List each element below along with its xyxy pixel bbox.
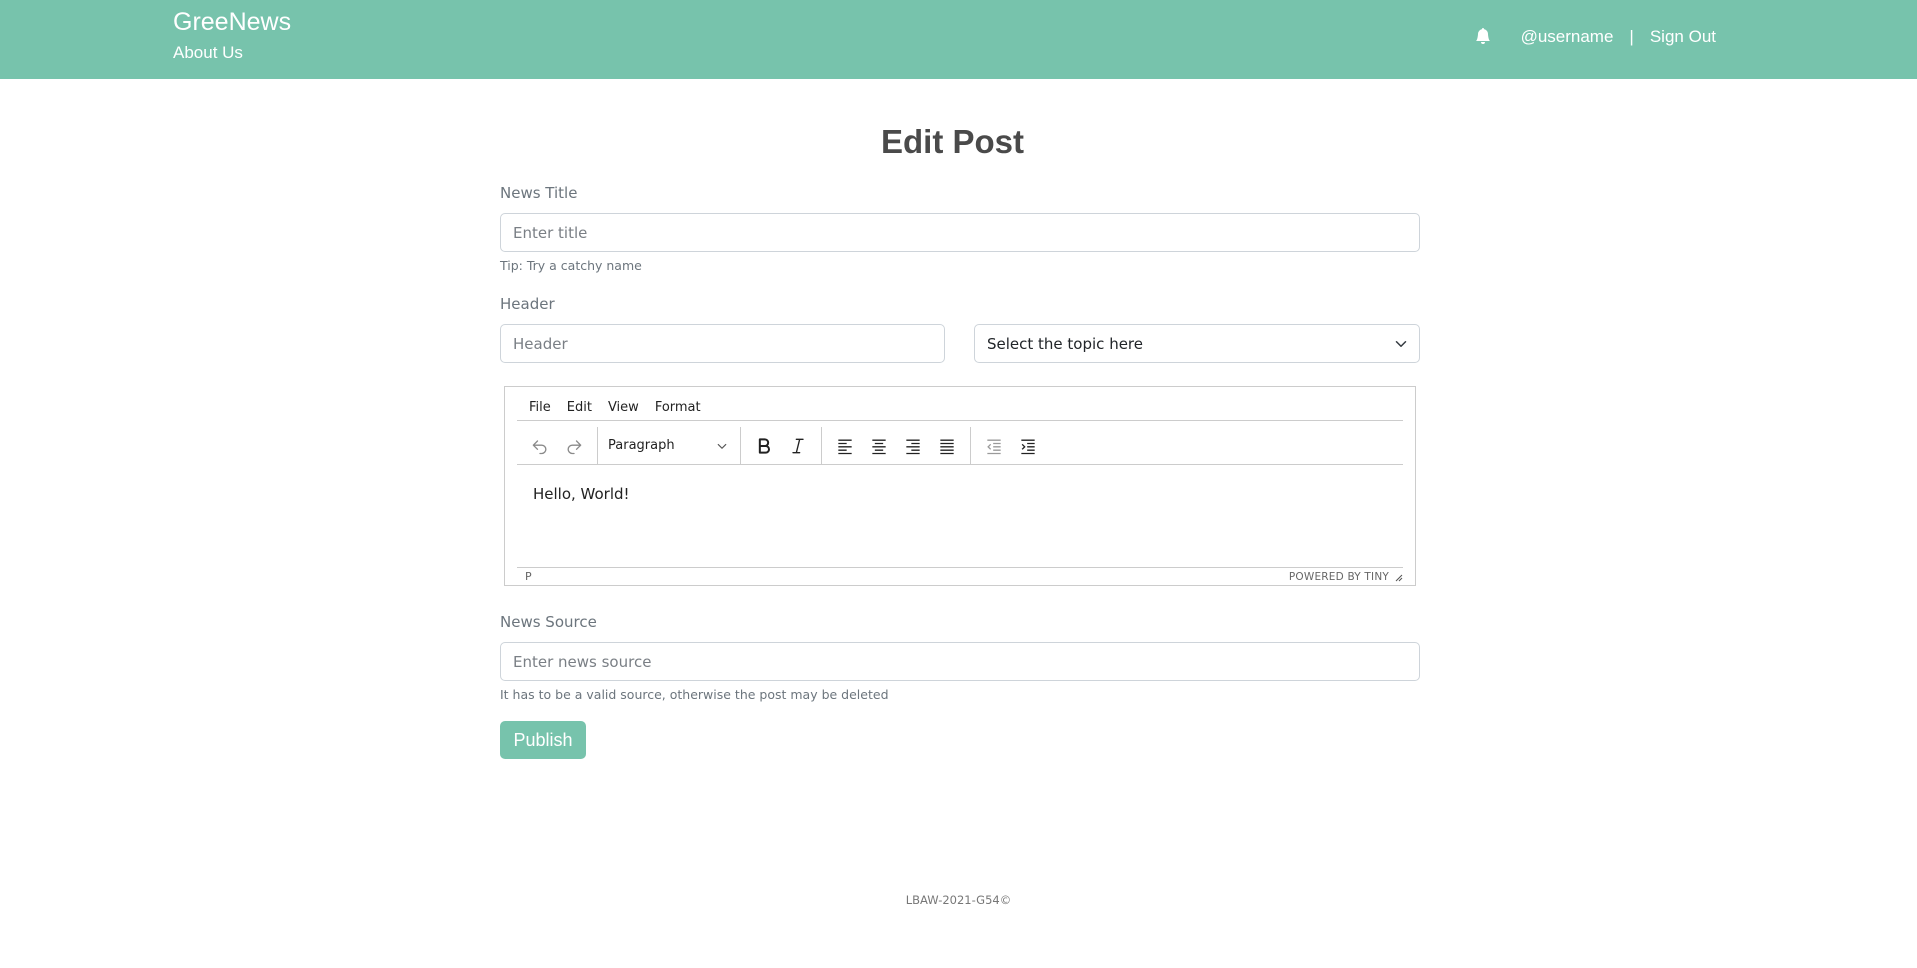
editor-statusbar: P POWERED BY TINY bbox=[517, 567, 1403, 585]
indent-group bbox=[971, 427, 1051, 465]
align-justify-button[interactable] bbox=[930, 431, 964, 461]
align-justify-icon bbox=[940, 439, 954, 454]
align-center-button[interactable] bbox=[862, 431, 896, 461]
publish-button[interactable]: Publish bbox=[500, 721, 586, 759]
news-title-input[interactable] bbox=[500, 213, 1420, 252]
alignment-group bbox=[822, 426, 971, 465]
topic-select[interactable]: Select the topic here bbox=[974, 324, 1420, 363]
align-left-button[interactable] bbox=[828, 431, 862, 461]
redo-icon bbox=[567, 439, 582, 454]
text-style-group bbox=[741, 426, 822, 465]
align-right-icon bbox=[906, 439, 920, 454]
nav-separator: | bbox=[1629, 27, 1634, 46]
indent-button[interactable] bbox=[1011, 431, 1045, 461]
brand-logo[interactable]: GreeNews bbox=[173, 8, 291, 37]
rich-text-editor: File Edit View Format Paragraph Hello, W… bbox=[504, 386, 1416, 586]
block-format-value: Paragraph bbox=[608, 438, 675, 453]
align-left-icon bbox=[838, 439, 852, 454]
username-link[interactable]: @username bbox=[1521, 27, 1614, 47]
news-source-label: News Source bbox=[500, 613, 597, 631]
italic-icon bbox=[792, 438, 804, 453]
menu-format[interactable]: Format bbox=[655, 400, 701, 415]
nav-right: @username | Sign Out bbox=[1475, 27, 1716, 47]
element-path[interactable]: P bbox=[525, 570, 532, 583]
block-format-group: Paragraph bbox=[598, 426, 741, 465]
menu-edit[interactable]: Edit bbox=[567, 400, 592, 415]
bell-icon[interactable] bbox=[1475, 27, 1493, 46]
align-right-button[interactable] bbox=[896, 431, 930, 461]
news-source-hint: It has to be a valid source, otherwise t… bbox=[500, 687, 889, 702]
block-format-select[interactable]: Paragraph bbox=[604, 431, 734, 461]
page-title: Edit Post bbox=[880, 123, 1024, 160]
outdent-icon bbox=[987, 439, 1001, 454]
menu-file[interactable]: File bbox=[529, 400, 551, 415]
editor-toolbar: Paragraph bbox=[517, 426, 1403, 465]
topic-select-value: Select the topic here bbox=[987, 334, 1143, 353]
sign-out-link[interactable]: Sign Out bbox=[1650, 27, 1716, 47]
navbar: GreeNews About Us @username | Sign Out bbox=[0, 0, 1917, 79]
header-input[interactable] bbox=[500, 324, 945, 363]
chevron-down-icon bbox=[717, 443, 727, 449]
history-group bbox=[517, 426, 598, 465]
chevron-down-icon bbox=[1395, 340, 1407, 347]
editor-content[interactable]: Hello, World! bbox=[533, 485, 630, 503]
about-us-link[interactable]: About Us bbox=[173, 43, 243, 63]
header-label: Header bbox=[500, 295, 555, 313]
indent-icon bbox=[1021, 439, 1035, 454]
undo-icon bbox=[532, 439, 547, 454]
bold-icon bbox=[758, 437, 770, 454]
status-right: POWERED BY TINY bbox=[1289, 571, 1403, 583]
italic-button[interactable] bbox=[781, 431, 815, 461]
resize-handle-icon[interactable] bbox=[1393, 572, 1403, 582]
redo-button[interactable] bbox=[557, 431, 591, 461]
news-title-label: News Title bbox=[500, 184, 578, 202]
undo-button[interactable] bbox=[523, 431, 557, 461]
bold-button[interactable] bbox=[747, 431, 781, 461]
powered-by-tiny[interactable]: POWERED BY TINY bbox=[1289, 571, 1389, 583]
editor-menubar: File Edit View Format bbox=[517, 395, 1403, 421]
outdent-button[interactable] bbox=[977, 431, 1011, 461]
footer-text: LBAW-2021-G54© bbox=[905, 893, 1012, 907]
align-center-icon bbox=[872, 439, 886, 454]
news-title-hint: Tip: Try a catchy name bbox=[500, 258, 642, 273]
news-source-input[interactable] bbox=[500, 642, 1420, 681]
menu-view[interactable]: View bbox=[608, 400, 639, 415]
